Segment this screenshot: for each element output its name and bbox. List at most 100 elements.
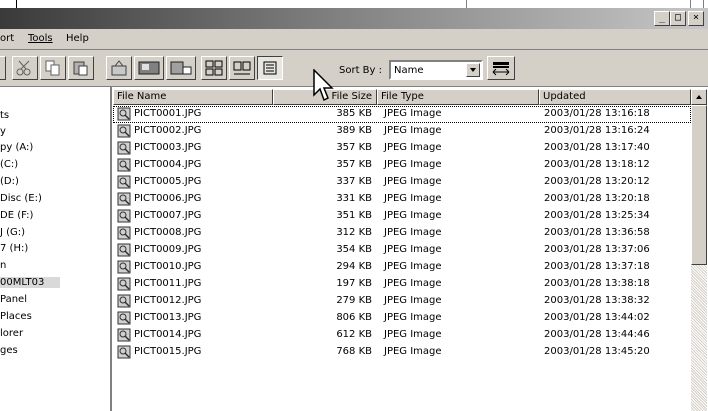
close-button[interactable]: × [688, 11, 704, 26]
file-type: JPEG Image [384, 108, 442, 119]
table-row[interactable]: PICT0008.JPG 312 KB JPEG Image 2003/01/28 1… [113, 225, 691, 242]
table-row[interactable]: PICT0015.JPG 768 KB JPEG Image 2003/01/28 1… [113, 344, 691, 361]
file-name: PICT0007.JPG [134, 210, 202, 221]
scroll-up-button[interactable] [691, 89, 707, 105]
title-bar[interactable]: _ □ × [0, 8, 708, 29]
file-updated: 2003/01/28 13:25:34 [544, 210, 650, 221]
mouse-pointer-icon [313, 69, 334, 102]
window-border [466, 0, 467, 8]
thumbnails-view-button[interactable] [201, 56, 227, 80]
tree-item[interactable]: ges [0, 345, 18, 356]
file-type: JPEG Image [384, 193, 442, 204]
maximize-button[interactable]: □ [670, 11, 686, 26]
scrollbar-thumb[interactable] [691, 105, 707, 265]
file-updated: 2003/01/28 13:20:18 [544, 193, 650, 204]
file-size: 354 KB [336, 244, 372, 255]
tree-item[interactable]: (D:) [0, 176, 19, 187]
tree-item[interactable]: Places [0, 311, 32, 322]
file-type: JPEG Image [384, 329, 442, 340]
table-row[interactable]: PICT0013.JPG 806 KB JPEG Image 2003/01/28 1… [113, 310, 691, 327]
tree-item[interactable]: Panel [0, 294, 27, 305]
tree-item[interactable]: lorer [0, 328, 23, 339]
file-updated: 2003/01/28 13:17:40 [544, 142, 650, 153]
table-row[interactable]: PICT0014.JPG 612 KB JPEG Image 2003/01/28 1… [113, 327, 691, 344]
file-updated: 2003/01/28 13:18:12 [544, 159, 650, 170]
details-view-button[interactable] [229, 56, 255, 80]
sort-order-button[interactable] [487, 56, 515, 80]
jpeg-file-icon [117, 328, 131, 342]
move-to-folder-button[interactable] [106, 56, 132, 80]
file-size: 279 KB [336, 295, 372, 306]
file-name: PICT0014.JPG [134, 329, 202, 340]
table-row[interactable]: PICT0005.JPG 337 KB JPEG Image 2003/01/28 1… [113, 174, 691, 191]
tree-item-selected[interactable]: 00MLT03 [0, 277, 60, 288]
jpeg-file-icon [117, 260, 131, 274]
tree-item[interactable]: n [0, 260, 6, 271]
jpeg-file-icon [117, 226, 131, 240]
jpeg-file-icon [117, 294, 131, 308]
table-row[interactable]: PICT0002.JPG 389 KB JPEG Image 2003/01/28 1… [113, 123, 691, 140]
menu-bar: ort Tools Help [0, 29, 708, 50]
file-type: JPEG Image [384, 278, 442, 289]
file-size: 357 KB [336, 142, 372, 153]
file-name: PICT0010.JPG [134, 261, 202, 272]
tree-item[interactable]: 7 (H:) [0, 243, 28, 254]
file-size: 197 KB [336, 278, 372, 289]
column-header-name[interactable]: File Name [113, 89, 273, 105]
file-name: PICT0006.JPG [134, 193, 202, 204]
file-updated: 2003/01/28 13:36:58 [544, 227, 650, 238]
sort-by-select[interactable]: Name [389, 60, 483, 80]
file-size: 294 KB [336, 261, 372, 272]
table-row[interactable]: PICT0001.JPG 385 KB JPEG Image 2003/01/28 1… [113, 106, 691, 123]
table-row[interactable]: PICT0010.JPG 294 KB JPEG Image 2003/01/28 1… [113, 259, 691, 276]
tree-item[interactable]: (C:) [0, 159, 18, 170]
file-type: JPEG Image [384, 312, 442, 323]
tree-item[interactable]: ts [0, 110, 9, 121]
column-header-type[interactable]: File Type [377, 89, 539, 105]
tree-item[interactable]: py (A:) [0, 142, 33, 153]
print-button[interactable] [166, 56, 196, 80]
slideshow-button[interactable] [134, 56, 164, 80]
tree-item[interactable]: DE (F:) [0, 210, 33, 221]
copy-button[interactable] [40, 56, 66, 80]
file-size: 806 KB [336, 312, 372, 323]
jpeg-file-icon [117, 124, 131, 138]
table-row[interactable]: PICT0006.JPG 331 KB JPEG Image 2003/01/28 1… [113, 191, 691, 208]
file-list: File Name File Size File Type Updated PI… [113, 87, 708, 411]
table-row[interactable]: PICT0003.JPG 357 KB JPEG Image 2003/01/28 1… [113, 140, 691, 157]
vertical-scrollbar[interactable] [691, 89, 707, 411]
list-view-button[interactable] [257, 56, 283, 80]
tree-item[interactable]: Disc (E:) [0, 193, 42, 204]
jpeg-file-icon [117, 345, 131, 359]
tree-item[interactable]: J (G:) [0, 227, 25, 238]
file-updated: 2003/01/28 13:38:32 [544, 295, 650, 306]
menu-tools[interactable]: Tools [28, 33, 53, 44]
file-type: JPEG Image [384, 142, 442, 153]
file-size: 389 KB [336, 125, 372, 136]
table-row[interactable]: PICT0004.JPG 357 KB JPEG Image 2003/01/28 1… [113, 157, 691, 174]
move-to-folder-icon [111, 60, 127, 76]
file-name: PICT0001.JPG [134, 108, 202, 119]
column-header-updated[interactable]: Updated [539, 89, 691, 105]
file-size: 612 KB [336, 329, 372, 340]
paste-button[interactable] [68, 56, 94, 80]
file-name: PICT0002.JPG [134, 125, 202, 136]
table-row[interactable]: PICT0007.JPG 351 KB JPEG Image 2003/01/28 1… [113, 208, 691, 225]
cut-button[interactable] [12, 56, 38, 80]
table-row[interactable]: PICT0011.JPG 197 KB JPEG Image 2003/01/28 1… [113, 276, 691, 293]
tree-item[interactable]: y [0, 126, 6, 137]
file-updated: 2003/01/28 13:38:18 [544, 278, 650, 289]
minimize-button[interactable]: _ [654, 11, 670, 26]
chevron-up-icon [696, 95, 702, 99]
file-type: JPEG Image [384, 227, 442, 238]
file-size: 357 KB [336, 159, 372, 170]
thumbnails-view-icon [205, 60, 223, 76]
table-row[interactable]: PICT0012.JPG 279 KB JPEG Image 2003/01/28 1… [113, 293, 691, 310]
toolbar-button-partial[interactable] [0, 56, 6, 80]
menu-help[interactable]: Help [66, 33, 89, 44]
menu-report[interactable]: ort [0, 33, 14, 44]
chevron-down-icon[interactable] [466, 63, 480, 77]
table-row[interactable]: PICT0009.JPG 354 KB JPEG Image 2003/01/28 1… [113, 242, 691, 259]
file-name: PICT0008.JPG [134, 227, 202, 238]
file-name: PICT0013.JPG [134, 312, 202, 323]
